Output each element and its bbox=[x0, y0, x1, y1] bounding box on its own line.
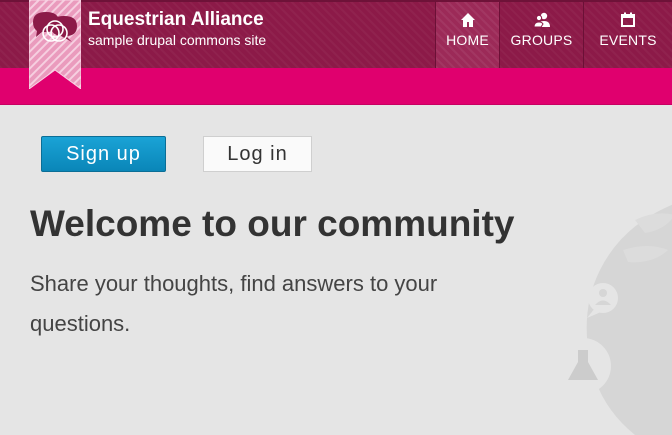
welcome-text: Share your thoughts, find answers to you… bbox=[30, 271, 438, 336]
flask-icon bbox=[553, 338, 611, 408]
decorative-watermark bbox=[553, 204, 672, 435]
nav-item-label: EVENTS bbox=[599, 32, 657, 48]
nav-item-home[interactable]: HOME bbox=[435, 2, 499, 68]
nav-item-groups[interactable]: GROUPS bbox=[499, 2, 583, 68]
accent-bar bbox=[0, 68, 672, 105]
groups-icon bbox=[532, 12, 550, 28]
nav-item-label: HOME bbox=[446, 32, 489, 48]
signup-button[interactable]: Sign up bbox=[41, 136, 166, 172]
site-logo[interactable] bbox=[29, 0, 81, 89]
site-slogan: sample drupal commons site bbox=[88, 32, 267, 48]
home-icon bbox=[460, 13, 475, 27]
nav-item-events[interactable]: EVENTS bbox=[583, 2, 672, 68]
site-name[interactable]: Equestrian Alliance bbox=[88, 9, 264, 31]
nav-item-label: GROUPS bbox=[510, 32, 573, 48]
main-nav: HOME GROUPS EVENTS bbox=[435, 2, 672, 68]
calendar-icon bbox=[621, 12, 635, 27]
login-button[interactable]: Log in bbox=[203, 136, 312, 172]
welcome-title: Welcome to our community bbox=[30, 203, 515, 244]
